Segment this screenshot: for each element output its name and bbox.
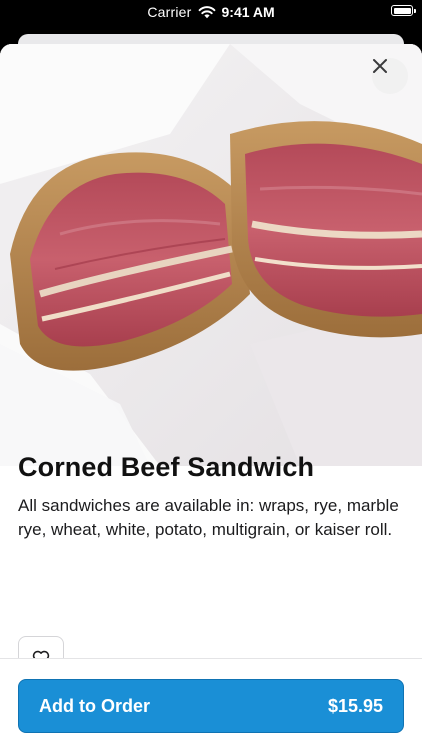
close-icon: [373, 59, 387, 73]
item-photo: [0, 44, 422, 466]
wifi-icon: [198, 6, 215, 19]
item-detail-sheet: Corned Beef Sandwich All sandwiches are …: [0, 44, 422, 750]
battery-icon: [391, 5, 416, 16]
item-title: Corned Beef Sandwich: [18, 452, 315, 482]
price-label: $15.95: [327, 695, 383, 716]
carrier-label: Carrier: [147, 4, 192, 20]
item-description: All sandwiches are available in: wraps, …: [18, 496, 399, 539]
sandwich-illustration: [0, 44, 422, 466]
add-to-order-button[interactable]: Add to Order $15.95: [18, 679, 404, 733]
bottom-action-bar: Add to Order $15.95: [0, 658, 422, 750]
status-center: Carrier 9:41 AM: [0, 4, 422, 20]
add-to-order-label: Add to Order: [39, 695, 150, 716]
clock: 9:41 AM: [221, 4, 275, 20]
status-bar: Carrier 9:41 AM: [0, 0, 422, 26]
close-button[interactable]: [372, 58, 408, 94]
